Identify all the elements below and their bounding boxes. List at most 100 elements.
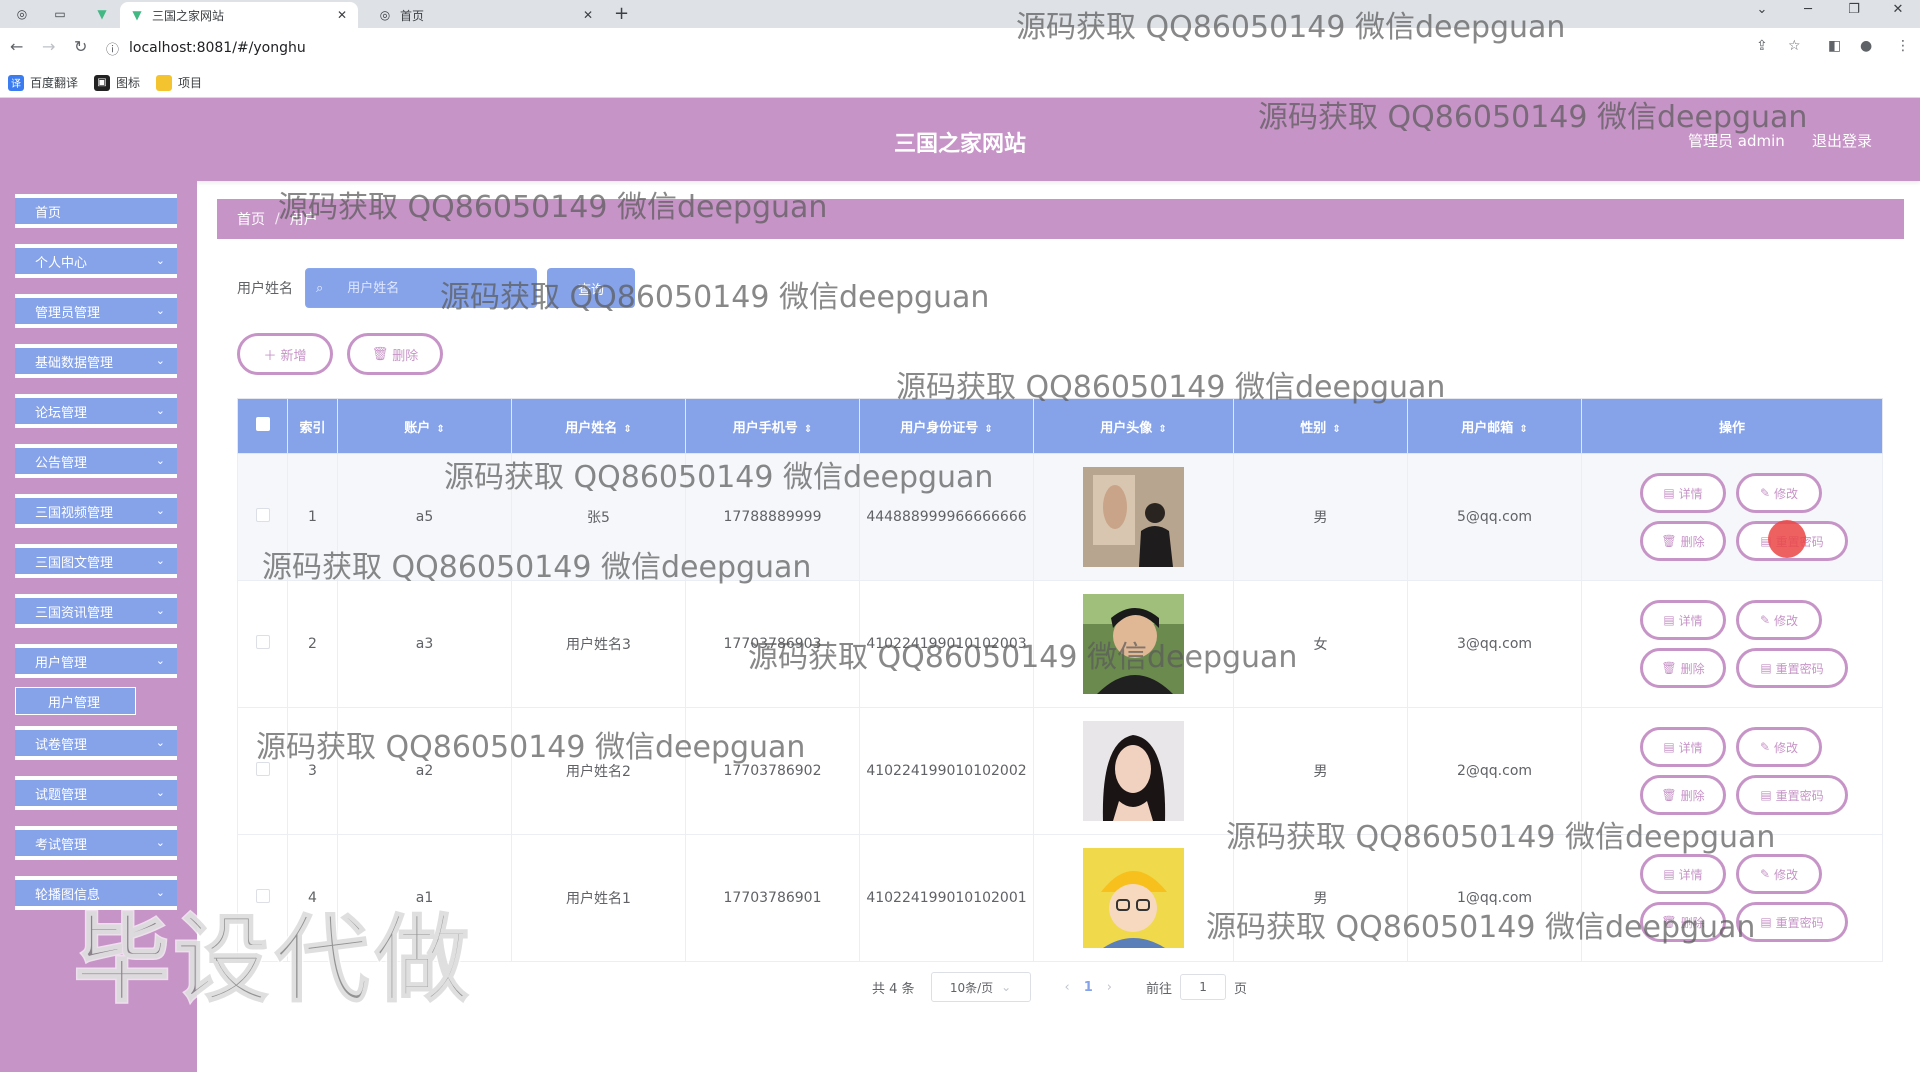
delete-button[interactable]: 🗑 删除	[1640, 775, 1726, 815]
delete-button[interactable]: 🗑 删除	[1640, 902, 1726, 942]
search-button[interactable]: 查询	[547, 268, 635, 308]
tab-search-icon[interactable]: ⌄	[1742, 2, 1782, 17]
detail-button[interactable]: ▤ 详情	[1640, 854, 1726, 894]
sidebar-item-news[interactable]: 三国资讯管理 ⌄	[15, 594, 177, 628]
edit-button[interactable]: ✎ 修改	[1736, 854, 1822, 894]
row-select-cell[interactable]	[237, 707, 288, 835]
browser-tab-strip: ◎ ▭ ▼ ▼ 三国之家网站 ✕ ◎ 首页 ✕ + ⌄ ─ ❐ ✕	[0, 0, 1920, 28]
select-all-cell[interactable]	[237, 398, 288, 454]
bookmarks-bar: 译 百度翻译 ▣ 图标 项目	[0, 68, 1920, 98]
avatar[interactable]	[1083, 594, 1184, 694]
back-arrow-icon[interactable]: ←	[10, 37, 23, 56]
restore-icon[interactable]: ❐	[1834, 2, 1874, 17]
sort-icon[interactable]: ⇕	[1332, 424, 1340, 435]
select-all-checkbox[interactable]	[255, 417, 270, 431]
row-checkbox[interactable]	[255, 762, 270, 776]
sidebar-item-article[interactable]: 三国图文管理 ⌄	[15, 544, 177, 578]
row-checkbox[interactable]	[255, 889, 270, 903]
bookmark-icons[interactable]: ▣ 图标	[94, 74, 140, 91]
avatar[interactable]	[1083, 467, 1184, 567]
delete-button[interactable]: 🗑 删除	[1640, 648, 1726, 688]
close-window-icon[interactable]: ✕	[1878, 2, 1918, 17]
sort-icon[interactable]: ⇕	[623, 424, 631, 435]
row-select-cell[interactable]	[237, 834, 288, 962]
info-icon[interactable]: ⓘ	[106, 39, 119, 58]
column-header[interactable]: 用户头像 ⇕	[1033, 398, 1234, 454]
breadcrumb: 首页 / 用户	[217, 199, 1904, 239]
sidebar-item-profile[interactable]: 个人中心 ⌄	[15, 244, 177, 278]
edit-button[interactable]: ✎ 修改	[1736, 600, 1822, 640]
column-header[interactable]: 用户身份证号 ⇕	[859, 398, 1034, 454]
column-header[interactable]: 账户 ⇕	[337, 398, 512, 454]
breadcrumb-home[interactable]: 首页	[237, 209, 265, 229]
sort-icon[interactable]: ⇕	[1158, 424, 1166, 435]
reload-icon[interactable]: ↻	[74, 37, 87, 56]
column-header[interactable]: 用户手机号 ⇕	[685, 398, 860, 454]
sidebar-subitem-users[interactable]: 用户管理	[15, 687, 136, 715]
goto-page-input[interactable]	[1180, 974, 1227, 1000]
sidebar-item-admin[interactable]: 管理员管理 ⌄	[15, 294, 177, 328]
sidebar-item-home[interactable]: 首页	[15, 194, 177, 228]
edit-button[interactable]: ✎ 修改	[1736, 727, 1822, 767]
detail-button[interactable]: ▤ 详情	[1640, 727, 1726, 767]
column-header[interactable]: 用户邮箱 ⇕	[1407, 398, 1582, 454]
add-button[interactable]: ＋ 新增	[237, 333, 333, 375]
sidebar-item-basic-data[interactable]: 基础数据管理 ⌄	[15, 344, 177, 378]
document-icon: ▤	[1760, 661, 1772, 675]
prev-page-icon[interactable]: ‹	[1065, 980, 1070, 995]
row-select-cell[interactable]	[237, 580, 288, 708]
bookmark-baidu-translate[interactable]: 译 百度翻译	[8, 74, 78, 91]
url-box[interactable]: ⓘ localhost:8081/#/yonghu	[106, 33, 1746, 63]
browser-tab-pinned-3[interactable]: ▼	[90, 4, 114, 24]
page-size-select[interactable]: 10条/页 ⌄	[930, 972, 1031, 1002]
next-page-icon[interactable]: ›	[1107, 980, 1112, 995]
sidebar-item-exams[interactable]: 考试管理 ⌄	[15, 826, 177, 860]
sort-icon[interactable]: ⇕	[804, 424, 812, 435]
sidebar-item-questions[interactable]: 试题管理 ⌄	[15, 776, 177, 810]
bookmark-project[interactable]: 项目	[156, 74, 202, 91]
profile-icon[interactable]: ●	[1860, 38, 1872, 54]
sidebar-item-carousel[interactable]: 轮播图信息 ⌄	[15, 876, 177, 910]
share-icon[interactable]: ⇪	[1756, 38, 1768, 54]
reset-password-button[interactable]: ▤重置密码	[1736, 775, 1848, 815]
sidebar-item-users[interactable]: 用户管理 ⌄	[15, 644, 177, 678]
minimize-icon[interactable]: ─	[1788, 2, 1828, 17]
logout-link[interactable]: 退出登录	[1812, 130, 1872, 151]
row-checkbox[interactable]	[255, 635, 270, 649]
sort-icon[interactable]: ⇕	[1519, 424, 1527, 435]
batch-delete-button[interactable]: 🗑 删除	[347, 333, 443, 375]
sort-icon[interactable]: ⇕	[984, 424, 992, 435]
avatar[interactable]	[1083, 721, 1184, 821]
reset-password-button[interactable]: ▤重置密码	[1736, 648, 1848, 688]
avatar[interactable]	[1083, 848, 1184, 948]
row-checkbox[interactable]	[255, 508, 270, 522]
sort-icon[interactable]: ⇕	[436, 424, 444, 435]
edit-button[interactable]: ✎ 修改	[1736, 473, 1822, 513]
search-field[interactable]: ⌕	[305, 268, 537, 308]
sidebar-item-papers[interactable]: 试卷管理 ⌄	[15, 726, 177, 760]
column-header[interactable]: 性别 ⇕	[1233, 398, 1408, 454]
browser-tab-active[interactable]: ▼ 三国之家网站 ✕	[120, 2, 358, 28]
new-tab-button[interactable]: +	[614, 3, 629, 24]
detail-button[interactable]: ▤ 详情	[1640, 600, 1726, 640]
detail-button[interactable]: ▤ 详情	[1640, 473, 1726, 513]
browser-tab-pinned-2[interactable]: ▭	[48, 4, 72, 24]
bookmark-star-icon[interactable]: ☆	[1788, 38, 1801, 54]
trash-icon: 🗑	[371, 346, 389, 362]
sidebar-item-video[interactable]: 三国视频管理 ⌄	[15, 494, 177, 528]
sidebar-item-forum[interactable]: 论坛管理 ⌄	[15, 394, 177, 428]
row-select-cell[interactable]	[237, 453, 288, 581]
close-tab-icon[interactable]: ✕	[334, 8, 350, 22]
close-tab-icon[interactable]: ✕	[580, 8, 596, 22]
browser-tab-home[interactable]: ◎ 首页 ✕	[368, 2, 604, 28]
delete-button[interactable]: 🗑 删除	[1640, 521, 1726, 561]
column-header[interactable]: 用户姓名 ⇕	[511, 398, 686, 454]
menu-dots-icon[interactable]: ⋮	[1896, 38, 1910, 54]
forward-arrow-icon[interactable]: →	[42, 37, 55, 56]
page-number[interactable]: 1	[1084, 980, 1093, 995]
reset-password-button[interactable]: ▤重置密码	[1736, 902, 1848, 942]
browser-tab-pinned-1[interactable]: ◎	[10, 4, 34, 24]
sidebar-item-notice[interactable]: 公告管理 ⌄	[15, 444, 177, 478]
search-input[interactable]	[347, 280, 498, 296]
side-panel-icon[interactable]: ◧	[1828, 38, 1841, 54]
